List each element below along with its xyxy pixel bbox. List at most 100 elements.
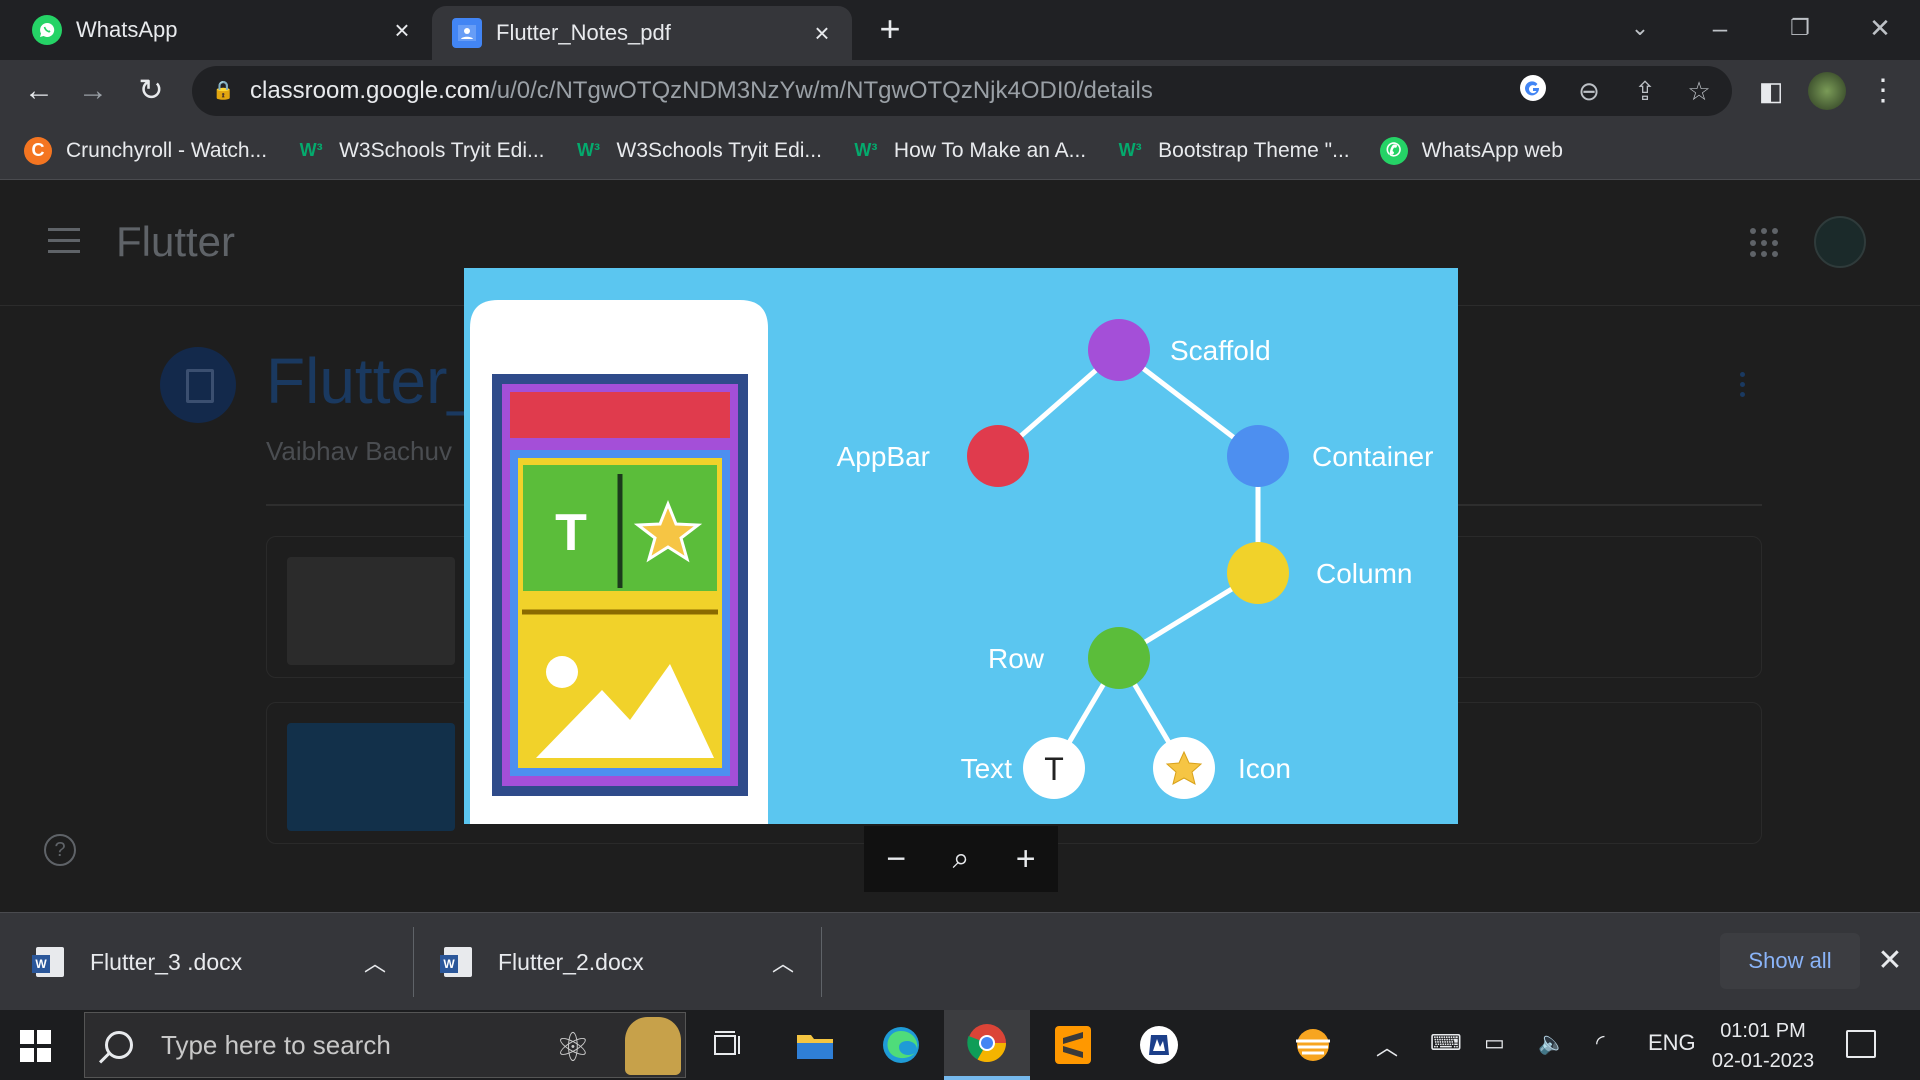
edge-icon[interactable] [858, 1010, 944, 1080]
file-explorer-icon[interactable] [772, 1010, 858, 1080]
tree-edges [996, 348, 1261, 770]
battery-icon[interactable]: ▭ [1484, 1030, 1505, 1056]
bookmark-whatsapp-web[interactable]: ✆ WhatsApp web [1379, 136, 1563, 165]
atom-icon: ⚛ [555, 1026, 591, 1070]
wifi-icon[interactable]: ◜ [1596, 1030, 1605, 1056]
task-view-icon[interactable] [686, 1010, 772, 1080]
browser-toolbar: ← → ↻ 🔒 classroom.google.com/u/0/c/NTgwO… [0, 60, 1920, 122]
download-item[interactable]: Flutter_2.docx ︿ [440, 913, 794, 1011]
appbar-block [510, 392, 730, 438]
zoom-out-icon[interactable]: ⊖ [1572, 74, 1606, 108]
attachment-thumbnail [287, 557, 455, 665]
zoom-controls: − ⌕ + [864, 826, 1058, 892]
image-preview: T T Scaffold AppBar Container Column Row… [464, 268, 1458, 824]
chevron-up-icon[interactable]: ︿ [364, 946, 386, 978]
text-label: Text [961, 753, 1013, 784]
scaffold-node [1088, 319, 1150, 381]
tab-close-icon[interactable]: × [388, 16, 416, 44]
google-apps-icon[interactable] [1750, 228, 1780, 258]
column-node [1227, 542, 1289, 604]
download-filename: Flutter_3 .docx [90, 948, 243, 975]
search-highlight-icon [625, 1017, 681, 1075]
bookmark-star-icon[interactable]: ☆ [1682, 74, 1716, 108]
tab-close-icon[interactable]: × [808, 19, 836, 47]
bookmark-bootstrap-theme[interactable]: W³ Bootstrap Theme "... [1116, 137, 1350, 165]
tab-whatsapp[interactable]: WhatsApp × [0, 0, 432, 60]
divider [413, 927, 414, 997]
window-close-icon[interactable]: ✕ [1860, 8, 1900, 48]
notification-center-icon[interactable] [1846, 1030, 1876, 1058]
show-hidden-icons-chevron-icon[interactable]: ︿ [1376, 1030, 1398, 1062]
zoom-in-button[interactable]: + [1006, 839, 1046, 879]
show-all-button[interactable]: Show all [1720, 933, 1860, 989]
clock-time: 01:01 PM [1720, 1020, 1806, 1042]
taskbar-search-box[interactable]: Type here to search ⚛ [84, 1012, 686, 1078]
tab-strip: WhatsApp × Flutter_Notes_pdf × + ⌄ – ❐ ✕ [0, 0, 1920, 60]
reload-icon[interactable]: ↻ [130, 70, 172, 112]
download-item[interactable]: Flutter_3 .docx ︿ [32, 913, 386, 1011]
help-icon[interactable]: ? [44, 834, 76, 866]
bookmark-w3schools-2[interactable]: W³ W3Schools Tryit Edi... [575, 137, 822, 165]
address-bar[interactable]: 🔒 classroom.google.com/u/0/c/NTgwOTQzNDM… [192, 66, 1732, 116]
word-doc-icon [440, 947, 472, 977]
bookmark-w3schools-1[interactable]: W³ W3Schools Tryit Edi... [297, 137, 545, 165]
account-avatar[interactable] [1814, 216, 1866, 268]
class-title[interactable]: Flutter [116, 218, 235, 266]
search-icon [105, 1031, 133, 1059]
lock-icon: 🔒 [212, 80, 235, 100]
container-node [1227, 425, 1289, 487]
bookmark-how-to-make[interactable]: W³ How To Make an A... [852, 137, 1086, 165]
chevron-up-icon[interactable]: ︿ [772, 946, 794, 978]
w3schools-icon: W³ [854, 140, 878, 160]
image-sun-icon [546, 656, 578, 688]
row-label: Row [988, 643, 1045, 674]
clock-date: 02-01-2023 [1711, 1050, 1815, 1072]
app-icon[interactable] [1116, 1010, 1202, 1080]
material-title: Flutter_ [266, 345, 483, 417]
w3schools-icon: W³ [299, 140, 323, 160]
download-shelf: Flutter_3 .docx ︿ Flutter_2.docx ︿ Show … [0, 912, 1920, 1010]
hamburger-menu-icon[interactable] [48, 228, 80, 254]
volume-icon[interactable]: 🔈 [1538, 1030, 1565, 1056]
profile-avatar[interactable] [1806, 70, 1848, 112]
windows-start-icon[interactable] [20, 1030, 52, 1062]
url-text: classroom.google.com/u/0/c/NTgwOTQzNDM3N… [250, 77, 1153, 104]
language-indicator[interactable]: ENG [1648, 1030, 1696, 1056]
crunchyroll-icon: C [24, 136, 52, 165]
new-tab-button[interactable]: + [872, 11, 908, 48]
chrome-icon[interactable] [944, 1010, 1030, 1080]
appbar-label: AppBar [837, 441, 930, 472]
attachment-thumbnail [287, 723, 455, 831]
text-node-glyph: T [1044, 751, 1064, 787]
material-icon [160, 347, 236, 423]
scaffold-label: Scaffold [1170, 335, 1271, 366]
forward-icon[interactable]: → [72, 70, 114, 112]
close-shelf-icon[interactable]: ✕ [1872, 943, 1908, 979]
tab-flutter-notes[interactable]: Flutter_Notes_pdf × [432, 6, 852, 60]
icon-label: Icon [1238, 753, 1291, 784]
system-clock[interactable]: 01:01 PM 02-01-2023 [1700, 1016, 1826, 1076]
menu-kebab-icon[interactable]: ⋮ [1862, 70, 1904, 112]
tab-search-chevron-icon[interactable]: ⌄ [1620, 8, 1660, 48]
more-options-icon[interactable] [1740, 372, 1748, 402]
zoom-out-button[interactable]: − [876, 839, 916, 879]
widget-tree-illustration: T T Scaffold AppBar Container Column Row… [470, 300, 1433, 824]
w3schools-icon: W³ [577, 140, 600, 160]
weather-icon[interactable] [1270, 1010, 1356, 1080]
side-panel-icon[interactable]: ◧ [1750, 70, 1792, 112]
meet-now-icon[interactable]: ⌨ [1430, 1030, 1462, 1056]
windows-taskbar: Type here to search ⚛ ︿ ⌨ ▭ 🔈 ◜ ENG 01:0… [0, 1010, 1920, 1080]
google-icon[interactable] [1516, 74, 1550, 108]
sublime-text-icon[interactable] [1030, 1010, 1116, 1080]
bookmark-crunchyroll[interactable]: C Crunchyroll - Watch... [24, 136, 267, 165]
restore-icon[interactable]: ❐ [1780, 8, 1820, 48]
tab-title: WhatsApp [76, 17, 178, 42]
tab-title: Flutter_Notes_pdf [496, 20, 671, 45]
back-icon[interactable]: ← [18, 70, 60, 112]
column-label: Column [1316, 558, 1412, 589]
bookmarks-bar: C Crunchyroll - Watch... W³ W3Schools Tr… [0, 122, 1920, 180]
minimize-icon[interactable]: – [1700, 8, 1740, 48]
zoom-reset-icon[interactable]: ⌕ [941, 839, 981, 879]
container-label: Container [1312, 441, 1433, 472]
share-icon[interactable]: ⇪ [1628, 74, 1662, 108]
